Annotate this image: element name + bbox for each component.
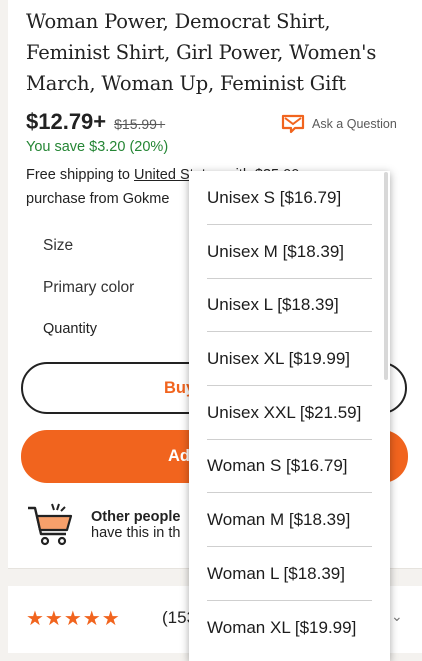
cart-social-proof: Other people have this in th — [91, 509, 180, 541]
current-price: $12.79+ — [26, 109, 107, 134]
size-dropdown-menu[interactable]: Unisex S [$16.79] Unisex M [$18.39] Unis… — [189, 171, 390, 661]
size-option[interactable]: Unisex L [$18.39] — [207, 279, 372, 332]
ask-question-label: Ask a Question — [312, 117, 397, 131]
original-price: $15.99+ — [114, 116, 166, 132]
size-option[interactable]: Woman S [$16.79] — [207, 440, 372, 493]
chevron-down-icon: ⌄ — [391, 608, 403, 624]
price-row: $12.79+ $15.99+ — [26, 109, 165, 135]
social-proof-line1: Other people — [91, 509, 181, 525]
savings-text: You save $3.20 (20%) — [26, 139, 169, 155]
mail-question-icon — [281, 114, 305, 134]
dropdown-scrollbar[interactable] — [384, 172, 388, 380]
star-icon: ★★★★★ — [26, 608, 121, 630]
shopping-cart-icon — [28, 503, 73, 546]
color-label: Primary color — [43, 279, 135, 296]
size-option[interactable]: Woman L [$18.39] — [207, 548, 372, 601]
add-to-cart-label: Ad — [168, 447, 190, 465]
ask-question-link[interactable]: Ask a Question — [281, 114, 397, 134]
size-label: Size — [43, 237, 74, 254]
size-option[interactable]: Unisex S [$16.79] — [207, 172, 372, 225]
size-option[interactable]: Unisex XXL [$21.59] — [207, 387, 372, 440]
size-option[interactable]: Unisex XL [$19.99] — [207, 333, 372, 386]
quantity-label: Quantity — [43, 321, 97, 337]
size-option[interactable]: Woman XL [$19.99] — [207, 601, 372, 654]
listing-title: Woman Power, Democrat Shirt, Feminist Sh… — [26, 10, 377, 95]
size-option[interactable]: Unisex M [$18.39] — [207, 226, 372, 279]
size-option[interactable]: Woman M [$18.39] — [207, 494, 372, 547]
shipping-pre: Free shipping to — [26, 167, 135, 183]
social-proof-line2: have this in th — [91, 525, 181, 541]
